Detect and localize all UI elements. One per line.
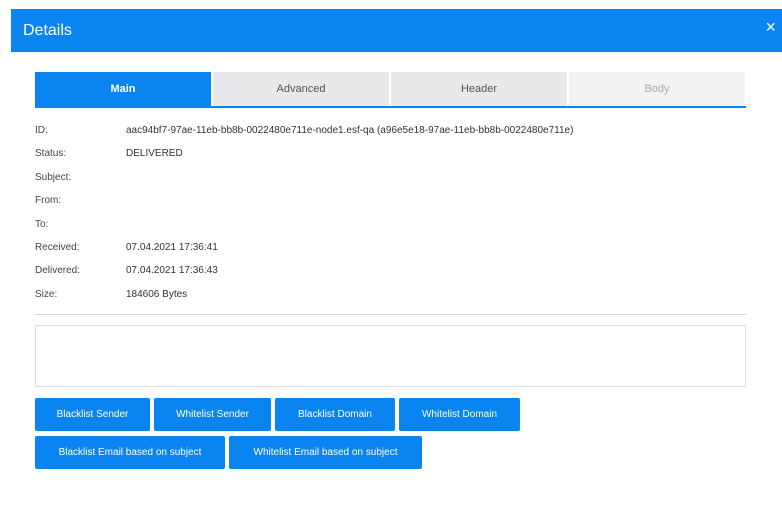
field-label: Status: bbox=[35, 148, 67, 160]
tab-bar: Main Advanced Header Body bbox=[35, 72, 746, 108]
field-value: 07.04.2021 17:36:43 bbox=[126, 265, 218, 277]
tab-body[interactable]: Body bbox=[569, 72, 745, 106]
dialog-title: Details bbox=[23, 22, 72, 39]
field-value: 07.04.2021 17:36:41 bbox=[126, 241, 218, 253]
field-from: From: bbox=[35, 191, 755, 214]
details-fields: ID: aac94bf7-97ae-11eb-bb8b-0022480e711e… bbox=[35, 121, 755, 308]
field-delivered: Delivered: 07.04.2021 17:36:43 bbox=[35, 261, 755, 284]
whitelist-sender-button[interactable]: Whitelist Sender bbox=[154, 398, 271, 431]
blacklist-domain-button[interactable]: Blacklist Domain bbox=[275, 398, 395, 431]
tab-main[interactable]: Main bbox=[35, 72, 211, 106]
field-label: Subject: bbox=[35, 171, 72, 183]
field-label: ID: bbox=[35, 125, 48, 136]
field-subject: Subject: bbox=[35, 168, 755, 191]
close-icon[interactable]: × bbox=[765, 18, 776, 36]
field-label: Received: bbox=[35, 241, 80, 253]
field-label: From: bbox=[35, 195, 62, 207]
whitelist-domain-button[interactable]: Whitelist Domain bbox=[399, 398, 520, 431]
note-textarea[interactable] bbox=[35, 325, 746, 387]
field-value: 184606 Bytes bbox=[126, 288, 188, 300]
field-label: Delivered: bbox=[35, 265, 81, 277]
tab-header[interactable]: Header bbox=[391, 72, 567, 106]
tab-advanced[interactable]: Advanced bbox=[213, 72, 389, 106]
divider bbox=[35, 314, 746, 315]
field-received: Received: 07.04.2021 17:36:41 bbox=[35, 238, 755, 261]
blacklist-sender-button[interactable]: Blacklist Sender bbox=[35, 398, 150, 431]
field-to: To: bbox=[35, 215, 755, 238]
blacklist-email-subject-button[interactable]: Blacklist Email based on subject bbox=[35, 436, 225, 469]
field-id: ID: aac94bf7-97ae-11eb-bb8b-0022480e711e… bbox=[35, 121, 755, 144]
field-size: Size: 184606 Bytes bbox=[35, 285, 755, 308]
field-value: aac94bf7-97ae-11eb-bb8b-0022480e711e-nod… bbox=[126, 125, 574, 136]
field-status: Status: DELIVERED bbox=[35, 144, 755, 167]
field-label: Size: bbox=[35, 288, 58, 300]
dialog-header: Details × bbox=[11, 9, 782, 52]
whitelist-email-subject-button[interactable]: Whitelist Email based on subject bbox=[229, 436, 422, 469]
field-value: DELIVERED bbox=[126, 148, 183, 160]
field-label: To: bbox=[35, 218, 49, 230]
